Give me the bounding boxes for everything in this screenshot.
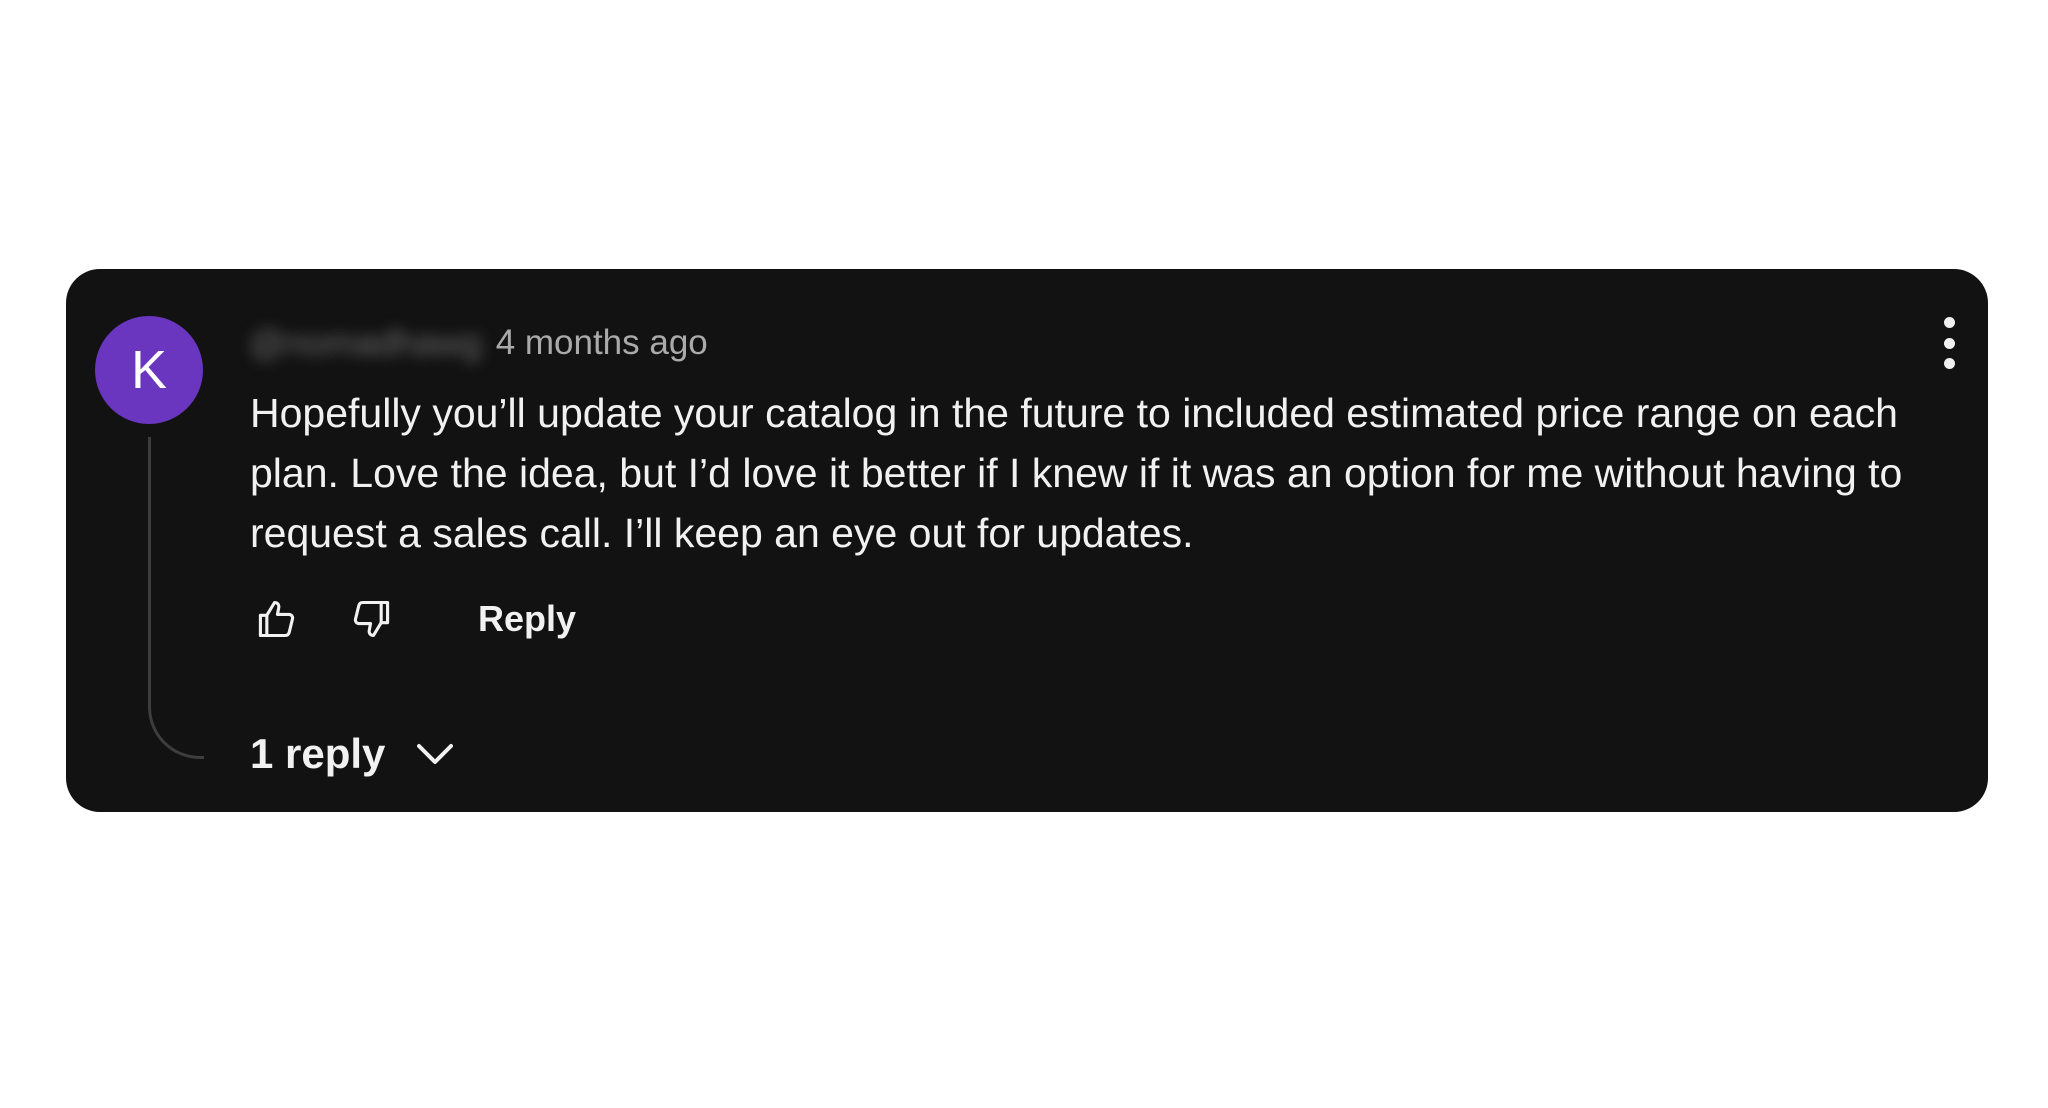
thread-connector-line: [148, 437, 204, 759]
dislike-button[interactable]: [346, 593, 398, 645]
more-vertical-icon-dot: [1943, 337, 1955, 349]
thumbs-down-icon: [353, 600, 390, 638]
thumbs-up-icon: [258, 600, 295, 638]
comment-text: Hopefully you’ll update your catalog in …: [250, 390, 1903, 556]
comment-card: K @nomadhawg 4 months ago Hopefully you’…: [66, 269, 1988, 812]
like-button[interactable]: [250, 593, 302, 645]
more-actions-button[interactable]: [1934, 315, 1964, 371]
chevron-down-icon: [417, 744, 454, 764]
more-vertical-icon: [1943, 317, 1955, 328]
avatar-letter: K: [130, 340, 168, 400]
comment-actions: Reply: [250, 589, 576, 649]
more-vertical-icon-dot: [1943, 358, 1955, 369]
comment-timestamp[interactable]: 4 months ago: [496, 323, 708, 363]
comment-header: @nomadhawg 4 months ago: [249, 321, 708, 365]
avatar[interactable]: K: [95, 316, 203, 424]
view-replies-button[interactable]: 1 reply: [250, 724, 455, 784]
reply-button[interactable]: Reply: [478, 598, 576, 640]
username[interactable]: @nomadhawg: [249, 322, 482, 364]
replies-count: 1 reply: [250, 730, 386, 777]
